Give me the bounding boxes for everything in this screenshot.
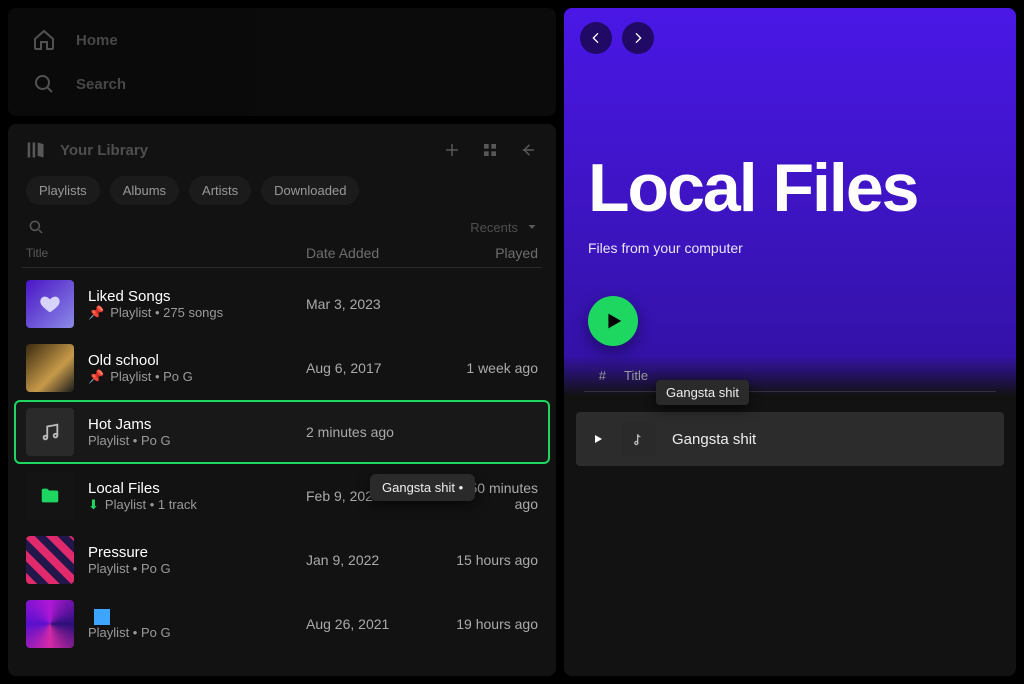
- row-subtitle: Playlist • Po G: [110, 369, 193, 384]
- row-title: [88, 608, 306, 625]
- page-title: Local Files: [564, 68, 1016, 232]
- chip-downloaded[interactable]: Downloaded: [261, 176, 359, 205]
- row-date: Jan 9, 2022: [306, 552, 456, 568]
- search-icon: [32, 72, 56, 96]
- play-icon[interactable]: [590, 433, 606, 445]
- divider: [584, 391, 996, 392]
- create-playlist-button[interactable]: [442, 140, 462, 160]
- library-row-hot-jams[interactable]: Hot Jams Playlist • Po G 2 minutes ago: [14, 400, 550, 464]
- nav-search[interactable]: Search: [22, 62, 542, 106]
- col-played: Played: [456, 245, 538, 261]
- row-title: Local Files: [88, 480, 306, 497]
- library-row-untitled[interactable]: Playlist • Po G Aug 26, 2021 19 hours ag…: [14, 592, 550, 656]
- col-hash: #: [588, 368, 606, 383]
- track-art: [622, 422, 656, 456]
- row-date: Aug 6, 2017: [306, 360, 456, 376]
- pin-icon: 📌: [88, 305, 104, 321]
- nav-home[interactable]: Home: [22, 18, 542, 62]
- library-panel: Your Library Playlists Albums: [8, 124, 556, 676]
- col-title: Title: [26, 246, 306, 260]
- nav-forward-button[interactable]: [622, 22, 654, 54]
- nav-home-label: Home: [76, 32, 118, 49]
- row-date: Aug 26, 2021: [306, 616, 456, 632]
- playlist-art: [26, 536, 74, 584]
- pin-icon: 📌: [88, 369, 104, 385]
- row-played: 1 week ago: [456, 360, 538, 376]
- playlist-art: [26, 344, 74, 392]
- main-view: Local Files Files from your computer # T…: [564, 8, 1016, 676]
- library-title: Your Library: [60, 142, 148, 159]
- row-date: Mar 3, 2023: [306, 296, 456, 312]
- row-played: 19 hours ago: [456, 616, 538, 632]
- col-title: Title: [624, 368, 648, 383]
- row-title: Hot Jams: [88, 416, 306, 433]
- download-icon: ⬇: [88, 497, 99, 513]
- chip-artists[interactable]: Artists: [189, 176, 251, 205]
- chip-albums[interactable]: Albums: [110, 176, 179, 205]
- row-subtitle: Playlist • 275 songs: [110, 305, 223, 320]
- nav-search-label: Search: [76, 76, 126, 93]
- row-played: 15 hours ago: [456, 552, 538, 568]
- library-icon[interactable]: [26, 140, 46, 160]
- library-sort-button[interactable]: Recents: [470, 220, 538, 235]
- collapse-library-button[interactable]: [518, 140, 538, 160]
- page-subtitle: Files from your computer: [564, 232, 1016, 256]
- playlist-art: [26, 600, 74, 648]
- row-title: Liked Songs: [88, 288, 306, 305]
- row-subtitle: Playlist • Po G: [88, 625, 171, 640]
- home-icon: [32, 28, 56, 52]
- library-filter-chips: Playlists Albums Artists Downloaded: [8, 172, 556, 217]
- play-button[interactable]: [588, 296, 638, 346]
- primary-nav: Home Search: [8, 8, 556, 116]
- row-date: 2 minutes ago: [306, 424, 456, 440]
- liked-songs-art: [26, 280, 74, 328]
- library-sort-label: Recents: [470, 220, 518, 235]
- chevron-down-icon: [526, 221, 538, 233]
- library-row-old-school[interactable]: Old school 📌Playlist • Po G Aug 6, 2017 …: [14, 336, 550, 400]
- nav-back-button[interactable]: [580, 22, 612, 54]
- track-name: Gangsta shit: [672, 431, 756, 448]
- library-rows: Liked Songs 📌 Playlist • 275 songs Mar 3,…: [8, 272, 556, 656]
- row-subtitle: Playlist • Po G: [88, 433, 171, 448]
- track-header: # Title: [564, 364, 1016, 391]
- track-tooltip: Gangsta shit: [656, 380, 749, 405]
- grid-view-button[interactable]: [480, 140, 500, 160]
- row-title: Pressure: [88, 544, 306, 561]
- library-row-liked-songs[interactable]: Liked Songs 📌 Playlist • 275 songs Mar 3,…: [14, 272, 550, 336]
- playlist-art: [26, 408, 74, 456]
- album-art-icon: [94, 609, 110, 625]
- divider: [22, 267, 542, 268]
- library-search-button[interactable]: [26, 217, 46, 237]
- track-row[interactable]: Gangsta shit Gangsta shit: [576, 412, 1004, 466]
- drag-pill: Gangsta shit •: [370, 474, 475, 501]
- row-subtitle: Playlist • Po G: [88, 561, 171, 576]
- chip-playlists[interactable]: Playlists: [26, 176, 100, 205]
- col-date: Date Added: [306, 245, 456, 261]
- row-title: Old school: [88, 352, 306, 369]
- folder-icon: [26, 472, 74, 520]
- library-row-pressure[interactable]: Pressure Playlist • Po G Jan 9, 2022 15 …: [14, 528, 550, 592]
- row-subtitle: Playlist • 1 track: [105, 497, 197, 512]
